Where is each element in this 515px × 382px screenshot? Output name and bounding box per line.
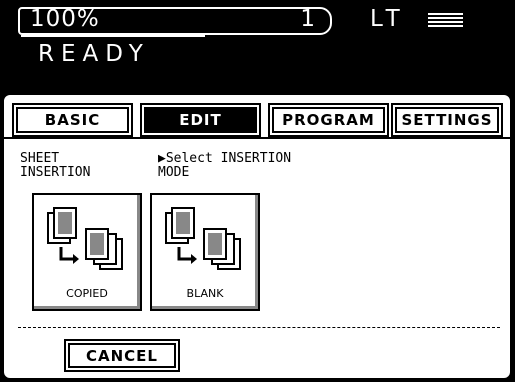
blank-label: BLANK [186,287,224,300]
tab-settings-label: SETTINGS [401,111,493,129]
tab-program-label: PROGRAM [282,111,375,129]
copied-insertion-icon [47,207,123,270]
status-bar: 100% 1 LT READY [0,0,515,92]
status-message: READY [38,41,150,67]
zoom-ratio: 100% [30,6,100,32]
zoom-underline [21,35,205,37]
tab-basic-label: BASIC [44,111,101,129]
tab-edit-label: EDIT [179,111,222,129]
edit-panel: BASIC EDIT PROGRAM SETTINGS SHEET INSERT… [2,93,512,380]
copied-label: COPIED [66,287,108,300]
blank-insertion-icon [165,207,241,270]
copied-button[interactable]: COPIED [32,193,142,311]
divider [18,327,500,328]
tab-settings[interactable]: SETTINGS [395,107,499,133]
instruction-text: ▶Select INSERTION MODE [158,151,292,180]
cancel-button[interactable]: CANCEL [68,343,176,368]
paper-tray-icon [428,13,463,28]
blank-button[interactable]: BLANK [150,193,260,311]
tab-divider [4,137,510,139]
paper-size: LT [370,6,406,32]
tab-program[interactable]: PROGRAM [272,107,385,133]
copy-count: 1 [300,6,315,32]
function-title: SHEET INSERTION [20,151,91,180]
cancel-label: CANCEL [86,346,158,365]
tab-edit[interactable]: EDIT [144,107,257,133]
tab-basic[interactable]: BASIC [16,107,129,133]
